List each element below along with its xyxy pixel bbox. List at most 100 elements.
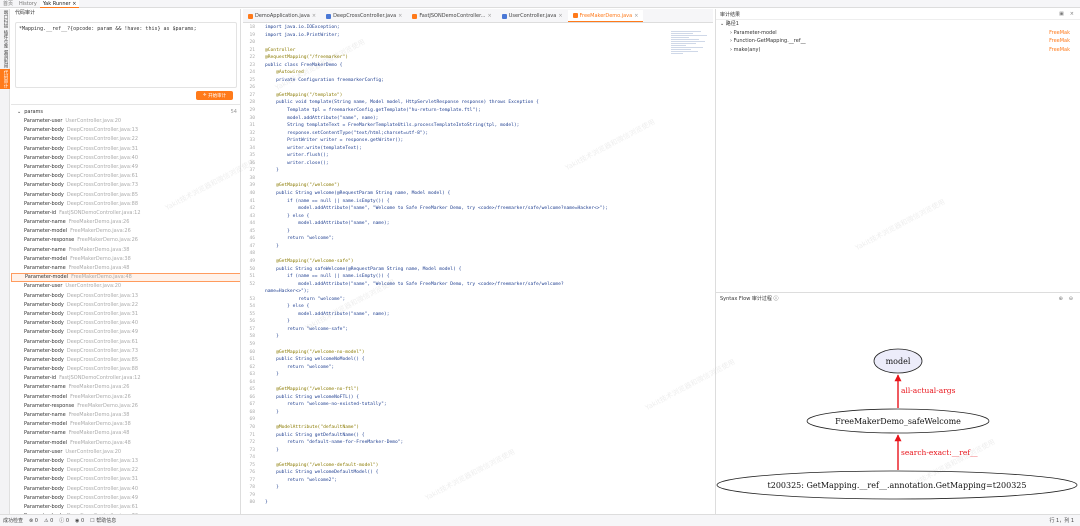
fold-gutter[interactable]: [259, 492, 265, 500]
param-item[interactable]: Parameter-model FreeMakerDemo.java:26: [11, 393, 240, 402]
param-item[interactable]: Parameter-body DeepCrossController.java:2…: [11, 135, 240, 144]
editor-tab[interactable]: DeepCrossController.java ×: [321, 10, 407, 22]
param-item[interactable]: Parameter-bodyDeepCrossController.java:7…: [11, 181, 240, 190]
result-source[interactable]: FreeMak: [1049, 29, 1070, 38]
param-item[interactable]: Parameter-model FreeMakerDemo.java:48: [11, 273, 240, 283]
tab-history[interactable]: History: [16, 1, 40, 7]
result-item[interactable]: › Parameter-model FreeMak: [716, 29, 1080, 38]
param-item[interactable]: Parameter-body DeepCrossController.java:8…: [11, 365, 240, 374]
result-source[interactable]: FreeMak: [1049, 46, 1070, 55]
zoom-in-icon[interactable]: ⊕: [1059, 296, 1063, 302]
result-root[interactable]: ⌄ 路径1: [716, 20, 1080, 29]
params-header[interactable]: ⌄ params 54: [17, 108, 237, 116]
result-item[interactable]: › make(any) FreeMak: [716, 46, 1080, 55]
warning-count[interactable]: ⚠ 0: [44, 518, 53, 524]
param-name: Parameter-body: [24, 163, 64, 170]
start-audit-button[interactable]: ✈ 开始审计: [196, 91, 233, 100]
param-item[interactable]: Parameter-model FreeMakerDemo.java:48: [11, 439, 240, 448]
save-icon[interactable]: ▣: [1059, 11, 1064, 17]
line-text: Template tpl = freemarkerConfig.getTempl…: [265, 108, 481, 114]
param-item[interactable]: Parameter-name FreeMakerDemo.java:48: [11, 429, 240, 438]
tab-yak-runner[interactable]: Yak Runner ×: [39, 0, 80, 8]
status-check[interactable]: 成功检查: [3, 517, 23, 524]
param-item[interactable]: Parameter-body DeepCrossController.java:2…: [11, 301, 240, 310]
close-icon[interactable]: ×: [1070, 11, 1074, 17]
close-icon[interactable]: ×: [558, 13, 562, 19]
editor-tab[interactable]: FreeMakerDemo.java ×: [567, 10, 644, 22]
line-number: 74: [249, 455, 255, 461]
fold-gutter[interactable]: [259, 175, 265, 183]
code-line: 75 @GetMapping("/welcome-default-model"): [243, 462, 713, 470]
rail-item-code-audit[interactable]: 代码审计: [0, 69, 10, 89]
rail-item-exploit[interactable]: 漏洞利用: [0, 49, 10, 69]
rail-item-plugins[interactable]: 插件仓库: [0, 29, 10, 49]
param-item[interactable]: Parameter-id FastJSONDemoController.java:…: [11, 374, 240, 383]
code-area[interactable]: 18 import java.io.IOException; 19 import ja…: [243, 24, 713, 514]
param-item[interactable]: Parameter-response FreeMakerDemo.java:26: [11, 236, 240, 245]
param-item[interactable]: Parameter-name FreeMakerDemo.java:38: [11, 411, 240, 420]
param-item[interactable]: Parameter-body DeepCrossController.java:6…: [11, 503, 240, 512]
param-item[interactable]: Parameter-body DeepCrossController.java:1…: [11, 126, 240, 135]
minimap[interactable]: [671, 30, 711, 70]
param-item[interactable]: Parameter-name FreeMakerDemo.java:38: [11, 246, 240, 255]
param-item[interactable]: Parameter-user UserController.java:20: [11, 282, 240, 291]
param-item[interactable]: Parameter-body DeepCrossController.java:8…: [11, 191, 240, 200]
param-item[interactable]: Parameter-body DeepCrossController.java:4…: [11, 319, 240, 328]
param-item[interactable]: Parameter-model FreeMakerDemo.java:26: [11, 227, 240, 236]
result-source[interactable]: FreeMak: [1049, 37, 1070, 46]
param-item[interactable]: Parameter-body DeepCrossController.java:3…: [11, 310, 240, 319]
param-item[interactable]: Parameter-model FreeMakerDemo.java:38: [11, 420, 240, 429]
param-item[interactable]: Parameter-body DeepCrossController.java:4…: [11, 328, 240, 337]
info-count[interactable]: ⓘ 0: [59, 517, 69, 524]
editor-tab[interactable]: FastJSONDemoController... ×: [407, 10, 496, 22]
fold-gutter[interactable]: [259, 454, 265, 462]
param-item[interactable]: Parameter-id FastJSONDemoController.java:…: [11, 209, 240, 218]
fold-gutter[interactable]: [259, 250, 265, 258]
close-icon[interactable]: ×: [312, 13, 316, 19]
rail-item-port-scan[interactable]: 端口扫描: [0, 9, 10, 29]
param-item[interactable]: Parameter-body DeepCrossController.java:1…: [11, 457, 240, 466]
close-icon[interactable]: ×: [634, 13, 638, 19]
param-item[interactable]: Parameter-model FreeMakerDemo.java:38: [11, 255, 240, 264]
param-item[interactable]: Parameter-body DeepCrossController.java:2…: [11, 466, 240, 475]
rule-input[interactable]: *Mapping.__ref__?{opcode: param && !have…: [15, 22, 237, 88]
param-item[interactable]: Parameter-bodyDeepCrossController.java:7…: [11, 347, 240, 356]
line-number: 44: [249, 221, 255, 227]
param-item[interactable]: Parameter-body DeepCrossController.java:4…: [11, 163, 240, 172]
param-item[interactable]: Parameter-name FreeMakerDemo.java:26: [11, 218, 240, 227]
fold-gutter[interactable]: [259, 84, 265, 92]
param-item[interactable]: Parameter-body DeepCrossController.java:6…: [11, 172, 240, 181]
fold-gutter[interactable]: [259, 39, 265, 47]
tab-home[interactable]: 首页: [0, 0, 16, 7]
editor-tab[interactable]: UserController.java ×: [497, 10, 568, 22]
param-item[interactable]: Parameter-name FreeMakerDemo.java:26: [11, 383, 240, 392]
param-item[interactable]: Parameter-body DeepCrossController.java:4…: [11, 154, 240, 163]
result-item[interactable]: › Function-GetMapping.__ref__ FreeMak: [716, 37, 1080, 46]
hint-count[interactable]: ◉ 0: [75, 518, 84, 524]
editor-tab[interactable]: DemoApplication.java ×: [243, 10, 321, 22]
param-item[interactable]: Parameter-body DeepCrossController.java:4…: [11, 494, 240, 503]
chevron-down-icon[interactable]: ⌄: [17, 109, 21, 115]
help-icon[interactable]: ⓘ: [772, 295, 778, 302]
fold-gutter[interactable]: [259, 416, 265, 424]
param-item[interactable]: Parameter-body DeepCrossController.java:6…: [11, 338, 240, 347]
param-item[interactable]: Parameter-name FreeMakerDemo.java:48: [11, 264, 240, 273]
close-icon[interactable]: ×: [398, 13, 402, 19]
param-item[interactable]: Parameter-body DeepCrossController.java:1…: [11, 292, 240, 301]
param-item[interactable]: Parameter-user UserController.java:20: [11, 448, 240, 457]
param-item[interactable]: Parameter-response FreeMakerDemo.java:26: [11, 402, 240, 411]
param-item[interactable]: Parameter-body DeepCrossController.java:4…: [11, 485, 240, 494]
line-number: 27: [249, 92, 255, 98]
error-count[interactable]: ⊗ 0: [29, 518, 38, 524]
param-item[interactable]: Parameter-body DeepCrossController.java:3…: [11, 145, 240, 154]
fold-gutter[interactable]: [259, 379, 265, 387]
close-icon[interactable]: ×: [488, 13, 492, 19]
param-item[interactable]: Parameter-body DeepCrossController.java:3…: [11, 475, 240, 484]
param-item[interactable]: Parameter-body DeepCrossController.java:8…: [11, 200, 240, 209]
zoom-out-icon[interactable]: ⊖: [1069, 296, 1073, 302]
fold-gutter[interactable]: [259, 341, 265, 349]
help-link[interactable]: ☐ 帮助信息: [90, 517, 116, 524]
param-item[interactable]: Parameter-user UserController.java:20: [11, 117, 240, 126]
param-item[interactable]: Parameter-body DeepCrossController.java:8…: [11, 356, 240, 365]
close-icon[interactable]: ×: [72, 1, 76, 7]
